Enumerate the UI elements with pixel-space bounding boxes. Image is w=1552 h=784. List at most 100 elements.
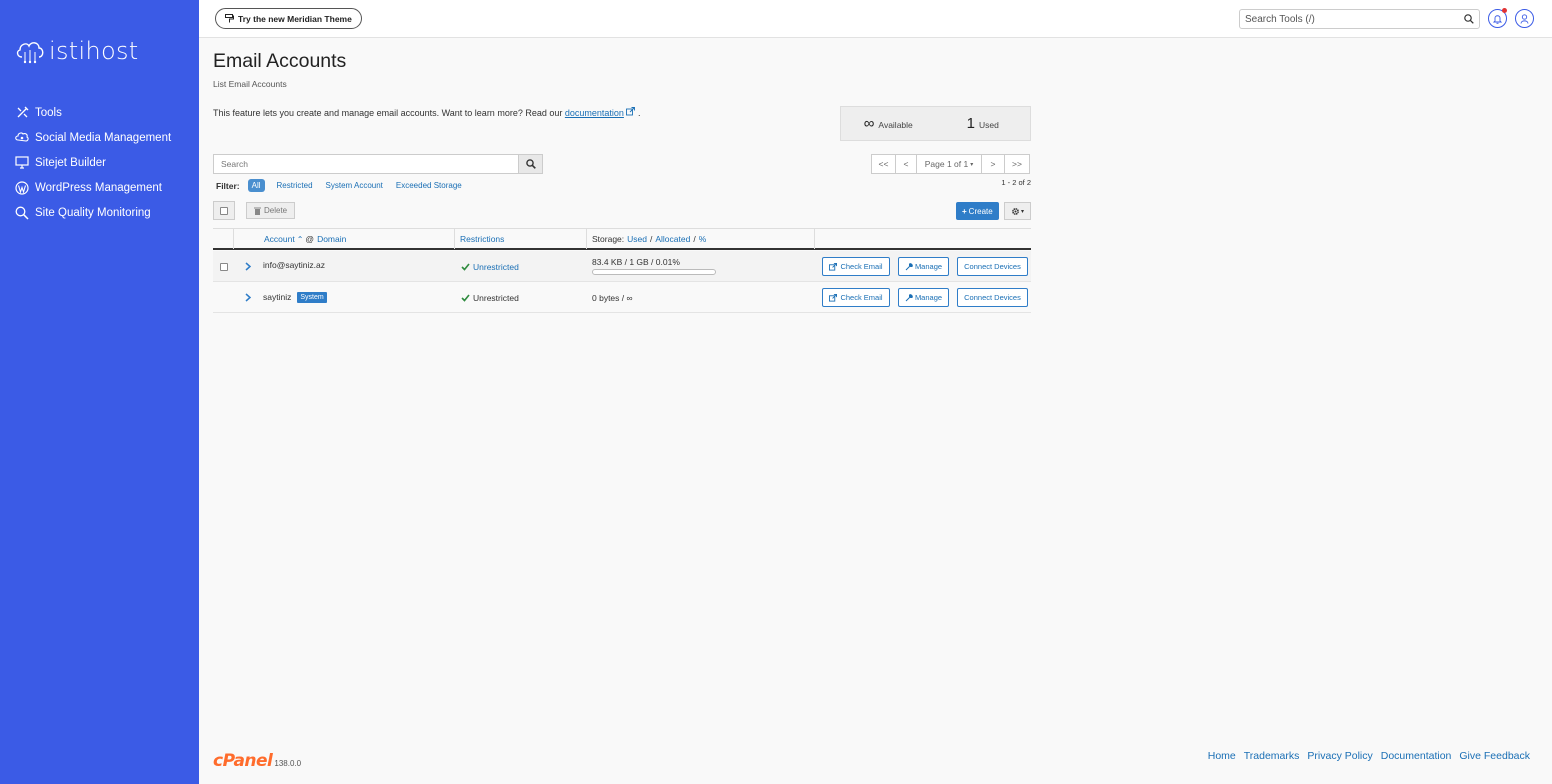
storage-progress-bar [592, 269, 716, 275]
sort-domain-link[interactable]: Domain [317, 234, 346, 244]
restriction-link[interactable]: Unrestricted [473, 262, 519, 272]
first-page-button[interactable]: << [871, 154, 896, 174]
stat-available: ∞ Available [841, 115, 936, 132]
description-text: This feature lets you create and manage … [213, 108, 563, 118]
filter-system-account[interactable]: System Account [326, 181, 383, 190]
sort-used-link[interactable]: Used [627, 234, 647, 244]
page-select[interactable]: Page 1 of 1 ▾ [916, 154, 982, 174]
connect-devices-button[interactable]: Connect Devices [957, 288, 1028, 307]
sidebar-item-wordpress[interactable]: WordPress Management [0, 175, 199, 200]
check-email-button[interactable]: Check Email [822, 288, 890, 307]
pagination: << < Page 1 of 1 ▾ > >> [871, 154, 1030, 174]
gear-icon [1012, 207, 1019, 215]
search-button[interactable] [518, 154, 543, 174]
manage-button[interactable]: Manage [898, 257, 949, 276]
filter-all[interactable]: All [247, 179, 265, 192]
restriction-cell: Unrestricted [461, 251, 519, 282]
used-value: 1 [966, 115, 975, 132]
cpanel-logo[interactable]: cPanel 138.0.0 [213, 751, 301, 771]
documentation-link[interactable]: documentation [565, 108, 624, 118]
footer-link-trademarks[interactable]: Trademarks [1244, 750, 1300, 762]
footer-link-privacy[interactable]: Privacy Policy [1307, 750, 1372, 762]
account-stats: ∞ Available 1 Used [840, 106, 1031, 141]
page-title: Email Accounts [213, 50, 347, 72]
expand-chevron-icon[interactable] [245, 282, 251, 313]
storage-sep: / [649, 234, 653, 244]
account-name: info@saytiniz.az [263, 259, 326, 270]
sort-allocated-link[interactable]: Allocated [655, 234, 690, 244]
check-email-button[interactable]: Check Email [822, 257, 890, 276]
sort-asc-icon: ⌃ [296, 234, 304, 244]
user-menu-button[interactable] [1515, 9, 1534, 28]
settings-dropdown-button[interactable]: ▾ [1004, 202, 1031, 220]
restriction-cell: Unrestricted [461, 282, 519, 313]
tools-icon [15, 106, 29, 120]
paint-roller-icon [225, 14, 234, 23]
select-all-checkbox[interactable] [213, 201, 235, 220]
search-tools-placeholder: Search Tools (/) [1245, 13, 1315, 25]
notifications-button[interactable] [1488, 8, 1507, 28]
th-account: Account ⌃ @ Domain [234, 229, 455, 249]
expand-chevron-icon[interactable] [245, 251, 251, 282]
filter-exceeded-storage[interactable]: Exceeded Storage [396, 181, 462, 190]
bell-icon [1493, 14, 1502, 24]
wrench-icon [905, 293, 913, 301]
account-name: saytiniz [263, 291, 292, 302]
filter-restricted[interactable]: Restricted [277, 181, 313, 190]
delete-button[interactable]: Delete [246, 202, 296, 219]
plus-icon: + [962, 206, 967, 216]
sidebar-item-site-quality[interactable]: Site Quality Monitoring [0, 200, 199, 225]
brand-name: istihost [49, 37, 139, 65]
magnifier-icon [15, 206, 29, 220]
social-icon [15, 131, 29, 145]
cpanel-wordmark: cPanel [213, 751, 273, 771]
sidebar-item-social-media[interactable]: Social Media Management [0, 125, 199, 150]
notification-dot [1502, 8, 1507, 13]
create-button[interactable]: + Create [956, 202, 999, 220]
footer-link-documentation[interactable]: Documentation [1381, 750, 1452, 762]
row-checkbox[interactable] [220, 251, 228, 282]
checkbox-box [220, 262, 228, 271]
sort-account-link[interactable]: Account [264, 234, 295, 244]
last-page-button[interactable]: >> [1004, 154, 1030, 174]
manage-label: Manage [914, 293, 943, 302]
sidebar-item-label: Sitejet Builder [35, 156, 106, 169]
search-placeholder: Search [221, 159, 248, 169]
sidebar-item-label: Site Quality Monitoring [35, 206, 151, 219]
top-bar: Try the new Meridian Theme Search Tools … [199, 0, 1552, 38]
description-end: . [637, 108, 641, 118]
prev-page-button[interactable]: < [895, 154, 917, 174]
page-select-label: Page 1 of 1 [924, 159, 969, 169]
delete-label: Delete [264, 206, 288, 215]
account-search-input[interactable]: Search [213, 154, 519, 174]
brand-logo[interactable]: istihost [15, 35, 138, 67]
sidebar-item-sitejet[interactable]: Sitejet Builder [0, 150, 199, 175]
search-icon[interactable] [1464, 14, 1474, 27]
storage-sep: / [693, 234, 696, 244]
sort-restrictions-link[interactable]: Restrictions [460, 234, 504, 244]
footer-link-home[interactable]: Home [1208, 750, 1236, 762]
external-link-icon [829, 293, 838, 302]
filter-bar: Filter: All Restricted System Account Ex… [216, 179, 475, 192]
page-description: This feature lets you create and manage … [213, 107, 640, 118]
connect-devices-button[interactable]: Connect Devices [957, 257, 1028, 276]
sidebar-item-label: Tools [35, 106, 62, 119]
restriction-text: Unrestricted [473, 292, 519, 303]
footer-link-feedback[interactable]: Give Feedback [1459, 750, 1530, 762]
next-page-button[interactable]: > [981, 154, 1005, 174]
sidebar-item-tools[interactable]: Tools [0, 100, 199, 125]
caret-down-icon: ▾ [1020, 208, 1024, 215]
sort-percent-link[interactable]: % [699, 234, 707, 244]
search-icon [525, 159, 536, 169]
check-email-label: Check Email [840, 262, 883, 271]
account-cell: saytiniz System [263, 282, 327, 313]
caret-down-icon: ▾ [970, 161, 974, 168]
stat-used: 1 Used [936, 115, 1031, 132]
manage-button[interactable]: Manage [898, 288, 949, 307]
th-select [213, 229, 234, 249]
storage-value: 0 bytes / ∞ [592, 292, 633, 303]
try-meridian-theme-button[interactable]: Try the new Meridian Theme [215, 8, 362, 29]
available-value: ∞ [863, 115, 875, 132]
search-tools-input[interactable]: Search Tools (/) [1239, 9, 1480, 29]
result-range: 1 - 2 of 2 [1001, 178, 1031, 187]
